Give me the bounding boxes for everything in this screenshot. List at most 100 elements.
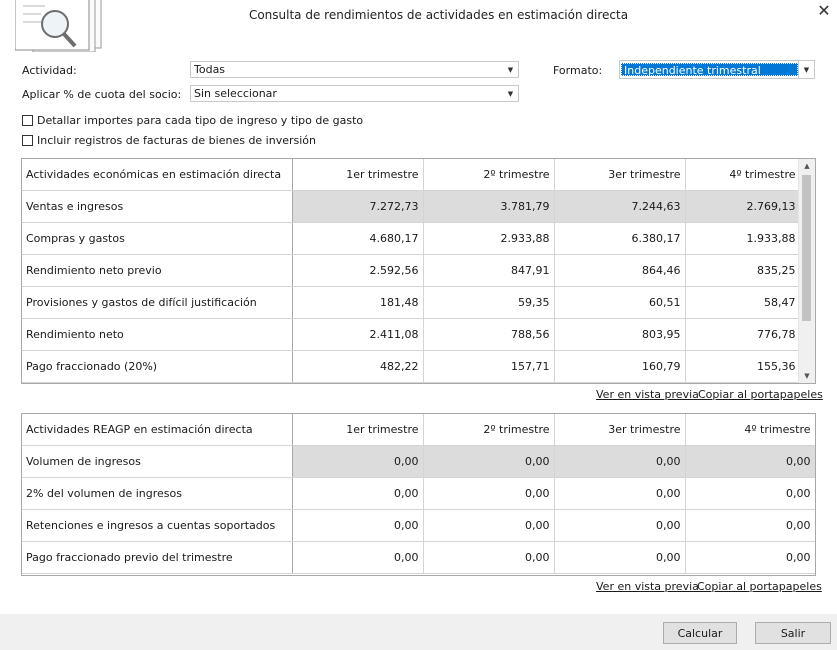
cell-value[interactable]: 181,48 (292, 286, 424, 319)
table-row[interactable]: Volumen de ingresos 0,00 0,00 0,00 0,00 (22, 445, 815, 478)
formato-select[interactable]: Independiente trimestral ▼ (619, 60, 815, 79)
preview-link[interactable]: Ver en vista previa (596, 580, 699, 593)
cell-value[interactable]: 60,51 (554, 286, 686, 319)
preview-link[interactable]: Ver en vista previa (596, 388, 699, 401)
row-label: Pago fraccionado (20%) (22, 350, 293, 383)
cell-value[interactable]: 0,00 (292, 445, 424, 478)
chevron-down-icon[interactable]: ▼ (503, 86, 518, 101)
reagp-activities-table: Actividades REAGP en estimación directa … (22, 414, 815, 574)
cell-value[interactable]: 1.933,88 (685, 222, 801, 255)
cuota-value: Sin seleccionar (194, 87, 277, 100)
cell-value[interactable]: 788,56 (423, 318, 555, 351)
row-label: Rendimiento neto previo (22, 254, 293, 287)
column-header[interactable]: Actividades REAGP en estimación directa (22, 414, 293, 446)
table-row[interactable]: Retenciones e ingresos a cuentas soporta… (22, 509, 815, 542)
incluir-checkbox-row[interactable]: Incluir registros de facturas de bienes … (22, 134, 316, 147)
scroll-down-icon[interactable]: ▼ (799, 369, 815, 383)
cell-value[interactable]: 0,00 (292, 541, 424, 574)
table-row[interactable]: 2% del volumen de ingresos 0,00 0,00 0,0… (22, 477, 815, 510)
cell-value[interactable]: 0,00 (554, 477, 686, 510)
column-header[interactable]: 3er trimestre (554, 159, 686, 191)
cell-value[interactable]: 0,00 (685, 477, 815, 510)
cell-value[interactable]: 2.769,13 (685, 190, 801, 223)
incluir-checkbox[interactable] (22, 135, 33, 146)
detallar-label: Detallar importes para cada tipo de ingr… (37, 114, 364, 127)
cell-value[interactable]: 0,00 (423, 445, 555, 478)
table-row[interactable]: Pago fraccionado (20%) 482,22 157,71 160… (22, 350, 801, 383)
cell-value[interactable]: 0,00 (292, 477, 424, 510)
cell-value[interactable]: 0,00 (554, 541, 686, 574)
row-label: Volumen de ingresos (22, 445, 293, 478)
cell-value[interactable]: 160,79 (554, 350, 686, 383)
detallar-checkbox[interactable] (22, 115, 33, 126)
economic-activities-grid[interactable]: Actividades económicas en estimación dir… (21, 158, 816, 384)
cell-value[interactable]: 157,71 (423, 350, 555, 383)
cell-value[interactable]: 7.272,73 (292, 190, 424, 223)
cell-value[interactable]: 0,00 (423, 477, 555, 510)
detallar-checkbox-row[interactable]: Detallar importes para cada tipo de ingr… (22, 114, 363, 127)
table-header-row: Actividades REAGP en estimación directa … (22, 414, 815, 446)
dialog-footer: Calcular Salir (0, 614, 837, 650)
column-header[interactable]: 4º trimestre (685, 414, 815, 446)
column-header[interactable]: 4º trimestre (685, 159, 801, 191)
cell-value[interactable]: 776,78 (685, 318, 801, 351)
table-row[interactable]: Provisiones y gastos de difícil justific… (22, 286, 801, 319)
row-label: Ventas e ingresos (22, 190, 293, 223)
cell-value[interactable]: 2.592,56 (292, 254, 424, 287)
close-icon[interactable]: ✕ (815, 2, 833, 20)
cell-value[interactable]: 155,36 (685, 350, 801, 383)
copy-clipboard-link[interactable]: Copiar al portapapeles (697, 580, 822, 593)
salir-button[interactable]: Salir (755, 622, 831, 644)
cuota-select[interactable]: Sin seleccionar ▼ (190, 85, 519, 102)
column-header[interactable]: 2º trimestre (423, 414, 555, 446)
incluir-label: Incluir registros de facturas de bienes … (37, 134, 317, 147)
row-label: Provisiones y gastos de difícil justific… (22, 286, 293, 319)
cell-value[interactable]: 0,00 (554, 509, 686, 542)
calcular-button[interactable]: Calcular (663, 622, 737, 644)
column-header[interactable]: 2º trimestre (423, 159, 555, 191)
vertical-scrollbar[interactable]: ▲ ▼ (798, 159, 815, 383)
reagp-activities-grid[interactable]: Actividades REAGP en estimación directa … (21, 413, 816, 576)
scroll-up-icon[interactable]: ▲ (799, 159, 815, 173)
formato-value: Independiente trimestral (621, 63, 798, 76)
column-header[interactable]: Actividades económicas en estimación dir… (22, 159, 293, 191)
cell-value[interactable]: 835,25 (685, 254, 801, 287)
cell-value[interactable]: 59,35 (423, 286, 555, 319)
cell-value[interactable]: 2.411,08 (292, 318, 424, 351)
cell-value[interactable]: 847,91 (423, 254, 555, 287)
actividad-value: Todas (194, 63, 226, 76)
cell-value[interactable]: 0,00 (554, 445, 686, 478)
table-row[interactable]: Pago fraccionado previo del trimestre 0,… (22, 541, 815, 574)
cell-value[interactable]: 482,22 (292, 350, 424, 383)
actividad-select[interactable]: Todas ▼ (190, 61, 519, 78)
formato-label: Formato: (553, 64, 603, 77)
cell-value[interactable]: 864,46 (554, 254, 686, 287)
cell-value[interactable]: 7.244,63 (554, 190, 686, 223)
column-header[interactable]: 1er trimestre (292, 414, 424, 446)
cell-value[interactable]: 0,00 (423, 541, 555, 574)
column-header[interactable]: 1er trimestre (292, 159, 424, 191)
cell-value[interactable]: 0,00 (685, 445, 815, 478)
table-row[interactable]: Rendimiento neto 2.411,08 788,56 803,95 … (22, 318, 801, 351)
cell-value[interactable]: 0,00 (292, 509, 424, 542)
cell-value[interactable]: 3.781,79 (423, 190, 555, 223)
actividad-label: Actividad: (22, 64, 77, 77)
table-row[interactable]: Compras y gastos 4.680,17 2.933,88 6.380… (22, 222, 801, 255)
cell-value[interactable]: 0,00 (685, 509, 815, 542)
cell-value[interactable]: 803,95 (554, 318, 686, 351)
cell-value[interactable]: 58,47 (685, 286, 801, 319)
table-row[interactable]: Ventas e ingresos 7.272,73 3.781,79 7.24… (22, 190, 801, 223)
table-header-row: Actividades económicas en estimación dir… (22, 159, 801, 191)
table-row[interactable]: Rendimiento neto previo 2.592,56 847,91 … (22, 254, 801, 287)
chevron-down-icon[interactable]: ▼ (503, 62, 518, 77)
chevron-down-icon[interactable]: ▼ (798, 61, 814, 78)
cell-value[interactable]: 6.380,17 (554, 222, 686, 255)
copy-clipboard-link[interactable]: Copiar al portapapeles (698, 388, 823, 401)
cell-value[interactable]: 4.680,17 (292, 222, 424, 255)
cell-value[interactable]: 0,00 (685, 541, 815, 574)
cell-value[interactable]: 2.933,88 (423, 222, 555, 255)
cell-value[interactable]: 0,00 (423, 509, 555, 542)
row-label: Rendimiento neto (22, 318, 293, 351)
column-header[interactable]: 3er trimestre (554, 414, 686, 446)
scrollbar-thumb[interactable] (802, 175, 811, 321)
